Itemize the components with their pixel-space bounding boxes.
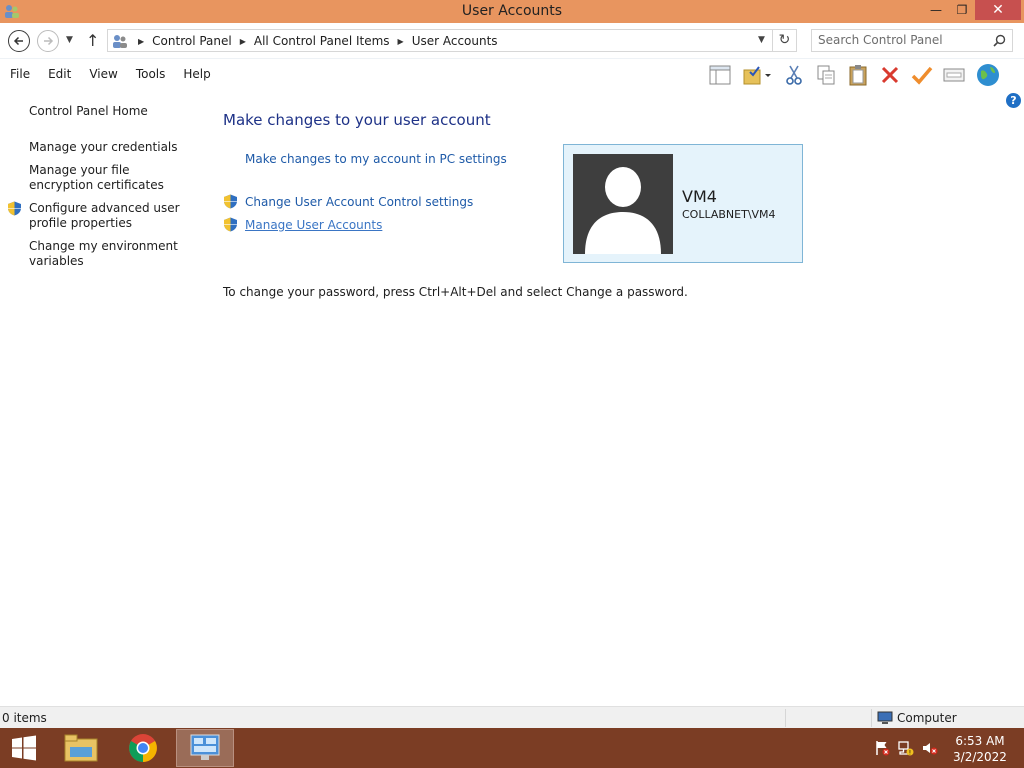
start-button[interactable] xyxy=(0,729,48,767)
title-bar: User Accounts — ❐ ✕ xyxy=(0,0,1024,23)
breadcrumb-separator-icon[interactable]: ▶ xyxy=(398,37,404,46)
volume-muted-icon[interactable] xyxy=(922,740,938,756)
folder-options-button[interactable] xyxy=(736,62,778,88)
breadcrumb: ▶ Control Panel ▶ All Control Panel Item… xyxy=(134,34,502,48)
address-bar[interactable]: ▶ Control Panel ▶ All Control Panel Item… xyxy=(107,29,773,52)
account-name: VM4 xyxy=(682,187,717,206)
status-divider xyxy=(785,709,786,727)
breadcrumb-user-accounts[interactable]: User Accounts xyxy=(412,34,498,48)
menu-view[interactable]: View xyxy=(80,67,126,81)
menu-bar: File Edit View Tools Help xyxy=(0,67,220,81)
delete-icon xyxy=(881,66,899,84)
item-count: 0 items xyxy=(2,711,47,725)
pc-settings-link[interactable]: Make changes to my account in PC setting… xyxy=(245,152,507,166)
maximize-button[interactable]: ❐ xyxy=(948,0,976,20)
uac-shield-icon xyxy=(224,217,237,232)
taskbar-file-explorer[interactable] xyxy=(52,729,110,767)
check-icon xyxy=(911,66,933,85)
sidebar-item-control-panel-home[interactable]: Control Panel Home xyxy=(29,104,194,119)
menu-edit[interactable]: Edit xyxy=(39,67,80,81)
recent-locations-chevron-icon[interactable]: ▼ xyxy=(66,35,73,45)
help-icon[interactable]: ? xyxy=(1006,93,1021,108)
password-note: To change your password, press Ctrl+Alt+… xyxy=(223,285,688,299)
clock-date: 3/2/2022 xyxy=(953,750,1007,764)
uac-settings-link[interactable]: Change User Account Control settings xyxy=(245,195,473,209)
search-input[interactable] xyxy=(818,33,988,47)
cut-button[interactable] xyxy=(778,62,810,88)
delete-button[interactable] xyxy=(874,62,906,88)
cut-icon xyxy=(786,65,802,85)
manage-user-accounts-link[interactable]: Manage User Accounts xyxy=(245,218,382,232)
svg-text:!: ! xyxy=(909,750,911,757)
address-dropdown-chevron-icon[interactable]: ▼ xyxy=(758,35,765,45)
window-title: User Accounts xyxy=(461,3,563,19)
globe-icon xyxy=(977,64,999,86)
toolbar xyxy=(704,62,1006,88)
back-button[interactable] xyxy=(8,30,30,52)
close-button[interactable]: ✕ xyxy=(975,0,1021,20)
status-divider xyxy=(871,709,872,727)
copy-button[interactable] xyxy=(810,62,842,88)
sidebar-item-file-encryption[interactable]: Manage your file encryption certificates xyxy=(29,163,194,193)
search-icon[interactable] xyxy=(993,34,1006,47)
uac-shield-icon xyxy=(224,194,237,209)
control-panel-icon xyxy=(113,35,127,48)
clock-time: 6:53 AM xyxy=(955,734,1005,748)
copy-icon xyxy=(817,65,835,85)
search-box[interactable] xyxy=(811,29,1013,52)
paste-icon xyxy=(849,65,867,86)
uac-shield-icon xyxy=(8,201,21,216)
taskbar: ! 6:53 AM 3/2/2022 xyxy=(0,728,1024,768)
sidebar-item-environment-variables[interactable]: Change my environment variables xyxy=(29,239,194,269)
status-bar: 0 items Computer xyxy=(0,706,1024,728)
folder-icon xyxy=(64,734,98,762)
computer-icon xyxy=(877,711,893,724)
taskbar-control-panel[interactable] xyxy=(176,729,234,767)
breadcrumb-separator-icon[interactable]: ▶ xyxy=(138,37,144,46)
forward-button[interactable] xyxy=(37,30,59,52)
navigation-bar: ▼ ↑ ▶ Control Panel ▶ All Control Panel … xyxy=(0,23,1024,59)
avatar xyxy=(573,154,673,254)
sidebar-item-manage-credentials[interactable]: Manage your credentials xyxy=(29,140,194,155)
menu-tools[interactable]: Tools xyxy=(127,67,175,81)
account-card[interactable]: VM4 COLLABNET\VM4 xyxy=(563,144,803,263)
paste-button[interactable] xyxy=(842,62,874,88)
layout-button[interactable] xyxy=(704,62,736,88)
network-icon[interactable]: ! xyxy=(898,740,914,756)
menu-toolbar-row: File Edit View Tools Help xyxy=(0,59,1024,89)
chrome-icon xyxy=(129,734,157,762)
account-domain: COLLABNET\VM4 xyxy=(682,208,776,221)
folder-check-icon xyxy=(743,66,771,85)
back-arrow-icon xyxy=(13,36,23,46)
action-center-flag-icon[interactable] xyxy=(874,740,890,756)
sidebar-item-advanced-profile[interactable]: Configure advanced user profile properti… xyxy=(29,201,194,231)
globe-button[interactable] xyxy=(970,62,1006,88)
properties-button[interactable] xyxy=(938,62,970,88)
apply-button[interactable] xyxy=(906,62,938,88)
properties-icon xyxy=(943,68,965,82)
menu-help[interactable]: Help xyxy=(174,67,219,81)
up-arrow-icon[interactable]: ↑ xyxy=(86,31,99,50)
layout-icon xyxy=(709,65,731,85)
minimize-button[interactable]: — xyxy=(922,0,950,20)
taskbar-chrome[interactable] xyxy=(114,729,172,767)
status-location: Computer xyxy=(897,711,957,725)
page-title: Make changes to your user account xyxy=(223,111,491,129)
menu-file[interactable]: File xyxy=(0,67,39,81)
refresh-button[interactable]: ↻ xyxy=(773,29,797,52)
breadcrumb-control-panel[interactable]: Control Panel xyxy=(152,34,232,48)
breadcrumb-separator-icon[interactable]: ▶ xyxy=(240,37,246,46)
forward-arrow-icon xyxy=(44,36,54,46)
control-panel-icon xyxy=(190,734,220,760)
windows-logo-icon xyxy=(12,735,36,761)
user-silhouette-icon xyxy=(585,167,661,254)
breadcrumb-all-items[interactable]: All Control Panel Items xyxy=(254,34,390,48)
system-clock[interactable]: 6:53 AM 3/2/2022 xyxy=(945,733,1015,765)
